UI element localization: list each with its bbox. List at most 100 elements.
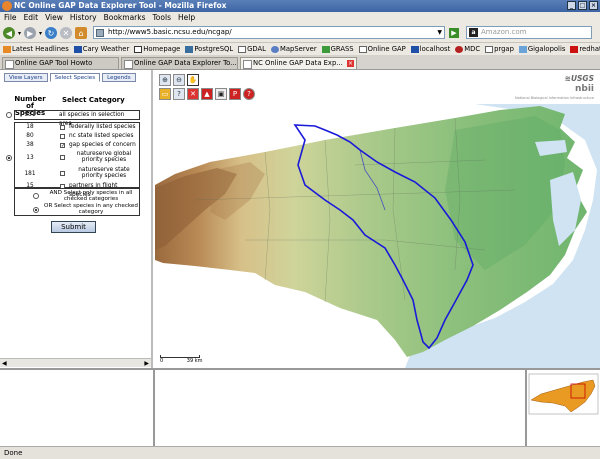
zoom-in-icon[interactable]: ⊕ [159, 74, 171, 86]
globe-icon [270, 45, 279, 53]
back-icon[interactable]: ◀ [3, 27, 15, 39]
stop-icon[interactable]: ✕ [60, 27, 73, 39]
nbii-tagline: National Biological Information Infrastr… [515, 96, 594, 100]
category-count: 18 [26, 124, 34, 130]
site-icon [455, 45, 464, 53]
bookmark-homepage[interactable]: Homepage [134, 45, 180, 53]
maximize-button[interactable]: □ [578, 1, 587, 10]
bookmark-grass[interactable]: GRASS [321, 45, 354, 53]
tab-select-species[interactable]: Select Species [49, 73, 101, 82]
bookmark-gigalopolis[interactable]: Gigalopolis [518, 45, 565, 53]
zoom-out-icon[interactable]: ⊖ [173, 74, 185, 86]
category-label: natureserve global priority species [76, 151, 132, 163]
scale-bar: 0 39 km [160, 355, 203, 364]
category-row: 181 natureserve state priority species [15, 166, 139, 182]
bookmark-localhost[interactable]: localhost [410, 45, 450, 53]
category-radio[interactable] [6, 155, 12, 161]
category-label: gap species of concern [69, 142, 136, 148]
category-label: natureserve state priority species [78, 167, 130, 179]
bookmark-redhat[interactable]: redhat [570, 45, 600, 53]
tab-gap-howto[interactable]: Online GAP Tool Howto [2, 57, 119, 69]
page-icon [134, 45, 143, 53]
grass-icon [321, 45, 330, 53]
global-priority-checkbox[interactable] [60, 155, 65, 160]
match-mode-box: AND Select only species in all checked c… [14, 188, 140, 216]
help-icon[interactable]: ? [243, 88, 255, 100]
menu-history[interactable]: History [70, 12, 97, 24]
minimize-button[interactable]: _ [567, 1, 576, 10]
forward-dropdown-icon[interactable]: ▾ [39, 30, 42, 37]
print-icon[interactable]: P [229, 88, 241, 100]
redhat-icon [570, 45, 579, 53]
clear-selection-icon[interactable]: ✕ [187, 88, 199, 100]
save-icon[interactable]: ▣ [215, 88, 227, 100]
menu-help[interactable]: Help [178, 12, 195, 24]
tab-nc-data-explorer[interactable]: NC Online GAP Data Exp... × [240, 57, 357, 69]
info-panel-left [0, 370, 155, 447]
category-label: nc state listed species [69, 133, 134, 139]
locator-map[interactable] [527, 370, 600, 447]
bookmark-mapserver[interactable]: MapServer [270, 45, 317, 53]
search-field[interactable]: a Amazon.com [466, 26, 592, 39]
rss-icon [3, 45, 11, 53]
back-dropdown-icon[interactable]: ▾ [18, 30, 21, 37]
menu-tools[interactable]: Tools [153, 12, 171, 24]
menu-bookmarks[interactable]: Bookmarks [104, 12, 146, 24]
gap-concern-checkbox[interactable]: ✓ [60, 143, 65, 149]
status-bar: Done [0, 446, 600, 459]
window-title-bar: NC Online GAP Data Explorer Tool - Mozil… [0, 0, 600, 12]
tab-view-layers[interactable]: View Layers [4, 73, 48, 82]
search-engine-icon[interactable]: a [469, 28, 478, 37]
category-row: 13 natureserve global priority species [15, 150, 139, 166]
url-dropdown-icon[interactable]: ▼ [437, 27, 442, 38]
layer-icon[interactable]: ▲ [201, 88, 213, 100]
weather-icon [73, 45, 82, 53]
category-row: 80 nc state listed species [15, 132, 139, 141]
nc-map[interactable] [155, 70, 600, 368]
tab-legends[interactable]: Legends [102, 73, 136, 82]
menu-view[interactable]: View [45, 12, 63, 24]
scale-zero: 0 [160, 358, 164, 364]
pan-icon[interactable]: ✋ [187, 74, 199, 86]
close-window-button[interactable]: × [589, 1, 598, 10]
menu-edit[interactable]: Edit [24, 12, 39, 24]
reload-icon[interactable]: ↻ [45, 27, 58, 39]
bookmarks-toolbar: Latest Headlines Cary Weather Homepage P… [0, 42, 600, 55]
url-field[interactable]: http://www5.basic.ncsu.edu/ncgap/ ▼ [93, 26, 445, 39]
site-icon [518, 45, 527, 53]
locator-panel [527, 370, 600, 447]
bookmark-mdc[interactable]: MDC [455, 45, 480, 53]
bookmark-postgresql[interactable]: PostgreSQL [185, 45, 233, 53]
tab-data-explorer[interactable]: Online GAP Data Explorer To... [121, 57, 238, 69]
go-icon[interactable]: ▶ [449, 28, 459, 38]
state-listed-checkbox[interactable] [60, 134, 65, 139]
bookmark-gdal[interactable]: GDAL [238, 45, 266, 53]
home-icon[interactable]: ⌂ [75, 27, 88, 39]
page-icon [485, 45, 494, 53]
category-count: 13 [26, 155, 34, 161]
close-tab-icon[interactable]: × [347, 60, 354, 67]
federally-listed-checkbox[interactable] [60, 125, 65, 130]
submit-button[interactable]: Submit [51, 221, 96, 233]
menu-file[interactable]: File [4, 12, 17, 24]
bookmark-prgap[interactable]: prgap [485, 45, 514, 53]
or-mode-radio[interactable] [33, 207, 39, 213]
all-species-radio[interactable] [6, 112, 12, 118]
page-icon [238, 45, 247, 53]
category-count: 181 [24, 171, 36, 177]
scroll-right-icon[interactable]: ▶ [144, 360, 149, 367]
url-text: http://www5.basic.ncsu.edu/ncgap/ [108, 28, 232, 36]
scroll-left-icon[interactable]: ◀ [2, 360, 7, 367]
bookmark-cary-weather[interactable]: Cary Weather [73, 45, 129, 53]
state-priority-checkbox[interactable] [60, 171, 65, 176]
horizontal-scrollbar[interactable]: ◀ ▶ [0, 358, 151, 367]
identify-icon[interactable]: ? [173, 88, 185, 100]
site-icon [410, 45, 419, 53]
category-row: 18 federally listed species [15, 123, 139, 132]
and-mode-radio[interactable] [33, 193, 39, 199]
bookmark-latest-headlines[interactable]: Latest Headlines [3, 45, 69, 53]
tab-strip: Online GAP Tool Howto Online GAP Data Ex… [0, 57, 600, 69]
bookmark-online-gap[interactable]: Online GAP [358, 45, 406, 53]
forward-icon[interactable]: ▶ [24, 27, 37, 39]
full-extent-icon[interactable]: ▭ [159, 88, 171, 100]
